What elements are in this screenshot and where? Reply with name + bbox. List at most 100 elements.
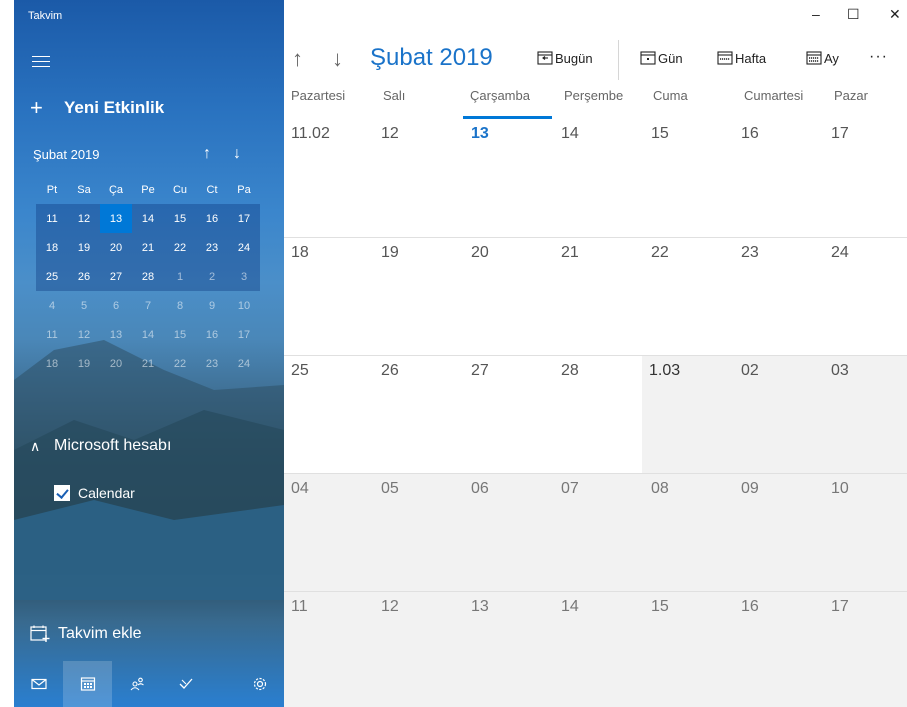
mini-day[interactable]: 12 [68, 204, 100, 233]
day-cell[interactable]: 19 [374, 238, 464, 355]
day-cell[interactable]: 28 [554, 356, 644, 473]
mini-day[interactable]: 11 [36, 204, 68, 233]
mini-day[interactable]: 12 [68, 320, 100, 349]
mini-day[interactable]: 14 [132, 320, 164, 349]
mini-day[interactable]: 2 [196, 262, 228, 291]
more-options-icon[interactable]: ··· [869, 48, 888, 66]
mini-day[interactable]: 22 [164, 349, 196, 378]
mini-day[interactable]: 25 [36, 262, 68, 291]
day-cell[interactable]: 10 [824, 474, 907, 591]
mini-prev-month-arrow-icon[interactable]: ↑ [203, 145, 211, 163]
maximize-button[interactable]: ☐ [847, 6, 860, 23]
mini-day[interactable]: 21 [132, 233, 164, 262]
day-cell[interactable]: 25 [284, 356, 374, 473]
mini-day[interactable]: 17 [228, 320, 260, 349]
mini-day[interactable]: 1 [164, 262, 196, 291]
day-cell-today[interactable]: 13 [464, 119, 554, 236]
mini-day[interactable]: 13 [100, 320, 132, 349]
day-cell[interactable]: 15 [644, 119, 734, 236]
mini-day[interactable]: 18 [36, 349, 68, 378]
mini-day[interactable]: 15 [164, 204, 196, 233]
mini-day[interactable]: 15 [164, 320, 196, 349]
calendar-checkbox[interactable] [54, 485, 70, 501]
day-cell[interactable]: 27 [464, 356, 554, 473]
mini-day[interactable]: 24 [228, 349, 260, 378]
day-cell[interactable]: 22 [644, 238, 734, 355]
mini-day[interactable]: 21 [132, 349, 164, 378]
new-event-button[interactable]: + Yeni Etkinlik [30, 94, 164, 122]
day-cell[interactable]: 11 [284, 592, 374, 707]
mini-day[interactable]: 16 [196, 204, 228, 233]
day-cell[interactable]: 1.03 [642, 356, 734, 473]
mini-day[interactable]: 14 [132, 204, 164, 233]
mini-day[interactable]: 8 [164, 291, 196, 320]
day-cell[interactable]: 17 [824, 592, 907, 707]
minimize-button[interactable]: – [812, 6, 820, 22]
mini-day[interactable]: 9 [196, 291, 228, 320]
day-cell[interactable]: 13 [464, 592, 554, 707]
day-cell[interactable]: 20 [464, 238, 554, 355]
add-calendar-button[interactable]: Takvim ekle [30, 625, 142, 643]
hamburger-menu-icon[interactable] [32, 56, 50, 70]
mini-day[interactable]: 27 [100, 262, 132, 291]
day-cell[interactable]: 08 [644, 474, 734, 591]
account-section-toggle[interactable]: ∧ Microsoft hesabı [30, 437, 171, 455]
day-cell[interactable]: 11.02 [284, 119, 374, 236]
day-cell[interactable]: 12 [374, 119, 464, 236]
day-view-button[interactable]: Gün [640, 50, 683, 66]
day-cell[interactable]: 15 [644, 592, 734, 707]
day-cell[interactable]: 02 [734, 356, 824, 473]
mini-day[interactable]: 6 [100, 291, 132, 320]
day-cell[interactable]: 23 [734, 238, 824, 355]
mini-day[interactable]: 5 [68, 291, 100, 320]
day-cell[interactable]: 21 [554, 238, 644, 355]
mini-day[interactable]: 11 [36, 320, 68, 349]
mini-day[interactable]: 23 [196, 349, 228, 378]
people-icon[interactable] [112, 661, 161, 707]
mini-day[interactable]: 23 [196, 233, 228, 262]
mini-day[interactable]: 19 [68, 233, 100, 262]
mini-day[interactable]: 22 [164, 233, 196, 262]
day-cell[interactable]: 14 [554, 592, 644, 707]
day-cell[interactable]: 18 [284, 238, 374, 355]
mini-day-today[interactable]: 13 [100, 204, 132, 233]
mini-day[interactable]: 17 [228, 204, 260, 233]
day-cell[interactable]: 12 [374, 592, 464, 707]
day-cell[interactable]: 07 [554, 474, 644, 591]
mini-day[interactable]: 10 [228, 291, 260, 320]
month-view-button[interactable]: Ay [806, 50, 839, 66]
mini-day[interactable]: 16 [196, 320, 228, 349]
mini-day[interactable]: 7 [132, 291, 164, 320]
week-view-button[interactable]: Hafta [717, 50, 766, 66]
close-button[interactable]: ✕ [889, 6, 901, 23]
mini-day[interactable]: 20 [100, 233, 132, 262]
day-cell[interactable]: 04 [284, 474, 374, 591]
todo-icon[interactable] [161, 661, 210, 707]
mini-day[interactable]: 18 [36, 233, 68, 262]
mini-day[interactable]: 26 [68, 262, 100, 291]
day-cell[interactable]: 17 [824, 119, 907, 236]
today-button[interactable]: Bugün [537, 50, 593, 66]
month-title[interactable]: Şubat 2019 [370, 44, 493, 72]
day-cell[interactable]: 16 [734, 119, 824, 236]
day-cell[interactable]: 16 [734, 592, 824, 707]
mini-calendar-month[interactable]: Şubat 2019 [33, 147, 100, 162]
mini-day[interactable]: 4 [36, 291, 68, 320]
day-cell[interactable]: 06 [464, 474, 554, 591]
day-cell[interactable]: 26 [374, 356, 464, 473]
day-cell[interactable]: 24 [824, 238, 907, 355]
day-cell[interactable]: 03 [824, 356, 907, 473]
day-cell[interactable]: 09 [734, 474, 824, 591]
day-cell[interactable]: 14 [554, 119, 644, 236]
previous-month-arrow-icon[interactable]: ↑ [292, 46, 303, 72]
day-cell[interactable]: 05 [374, 474, 464, 591]
mini-day[interactable]: 3 [228, 262, 260, 291]
mini-next-month-arrow-icon[interactable]: ↓ [233, 145, 241, 163]
mail-icon[interactable] [14, 661, 63, 707]
calendar-list-item[interactable]: Calendar [54, 485, 135, 501]
calendar-icon[interactable] [63, 661, 112, 707]
mini-day[interactable]: 19 [68, 349, 100, 378]
mini-day[interactable]: 20 [100, 349, 132, 378]
mini-day[interactable]: 24 [228, 233, 260, 262]
next-month-arrow-icon[interactable]: ↓ [332, 46, 343, 72]
